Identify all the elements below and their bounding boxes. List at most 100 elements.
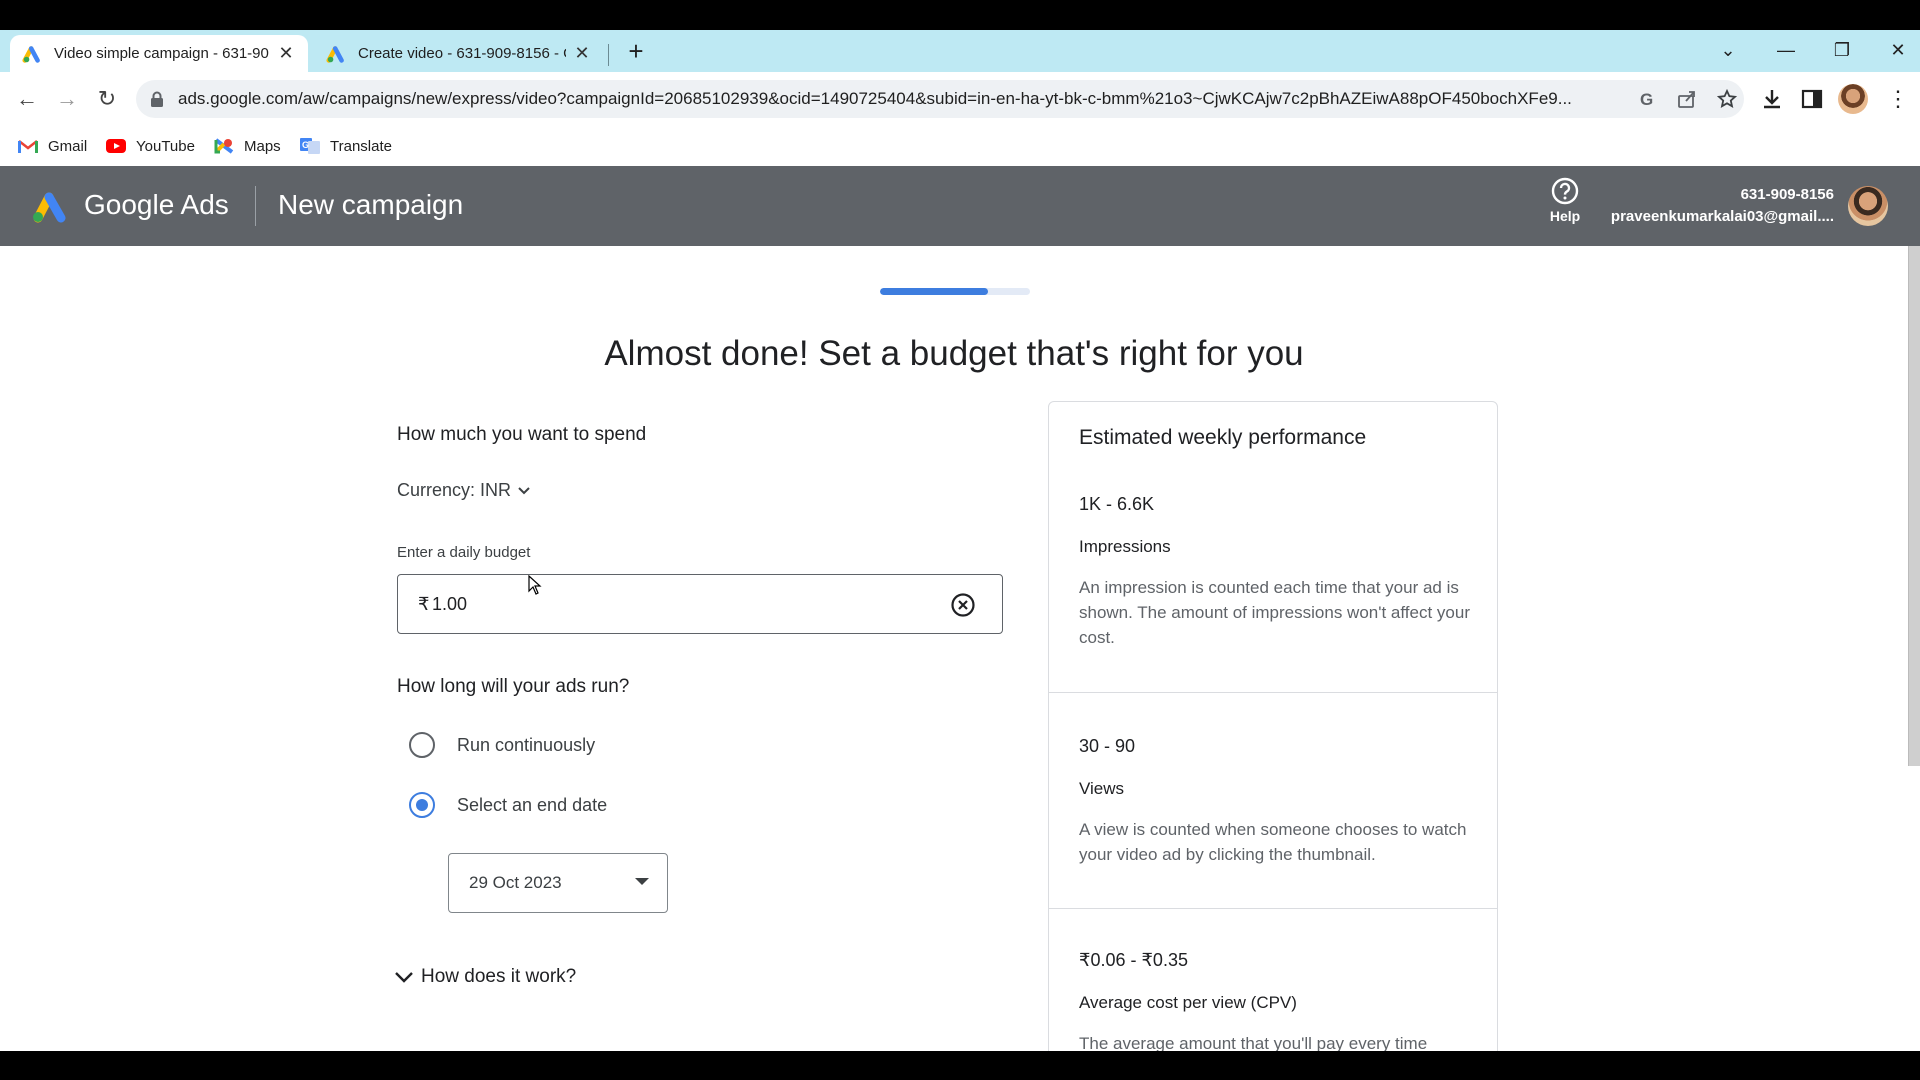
metric-value: 1K - 6.6K bbox=[1079, 494, 1155, 514]
tab-video-campaign[interactable]: Video simple campaign - 631-90 ✕ bbox=[10, 35, 308, 72]
spend-section-title: How much you want to spend bbox=[397, 424, 647, 445]
google-ads-brand: Google Ads bbox=[84, 189, 229, 220]
radio-button-selected[interactable] bbox=[409, 792, 435, 818]
page-scrollbar[interactable] bbox=[1908, 246, 1920, 766]
metric-description: A view is counted when someone chooses t… bbox=[1079, 820, 1467, 864]
bookmark-label: Gmail bbox=[48, 137, 88, 155]
url-text: ads.google.com/aw/campaigns/new/express/… bbox=[178, 89, 1572, 108]
how-does-it-work-label: How does it work? bbox=[421, 966, 577, 987]
end-date-dropdown[interactable]: 29 Oct 2023 bbox=[448, 853, 668, 913]
forward-icon[interactable]: → bbox=[52, 84, 82, 114]
mouse-cursor-icon bbox=[528, 575, 542, 595]
browser-toolbar: ← → ↻ ads.google.com/aw/campaigns/new/ex… bbox=[0, 72, 1920, 126]
currency-dropdown[interactable]: Currency: INR bbox=[397, 480, 531, 501]
youtube-icon bbox=[106, 139, 126, 153]
bookmark-translate[interactable]: G Translate bbox=[300, 134, 392, 158]
clear-input-icon[interactable] bbox=[950, 592, 976, 618]
step-progress-fill bbox=[880, 288, 988, 295]
screen: Video simple campaign - 631-90 ✕ Create … bbox=[0, 0, 1920, 1080]
profile-avatar[interactable] bbox=[1838, 84, 1868, 114]
end-date-value: 29 Oct 2023 bbox=[469, 873, 562, 892]
lock-icon bbox=[151, 91, 163, 107]
help-icon bbox=[1551, 177, 1579, 205]
tab-title: Video simple campaign - 631-90 bbox=[54, 45, 269, 62]
metric-impressions: 1K - 6.6K Impressions An impression is c… bbox=[1079, 494, 1479, 650]
svg-text:G: G bbox=[302, 140, 309, 150]
tab-title: Create video - 631-909-8156 - G bbox=[358, 45, 566, 62]
account-avatar[interactable] bbox=[1848, 186, 1888, 226]
duration-section-title: How long will your ads run? bbox=[397, 676, 630, 697]
help-label: Help bbox=[1549, 208, 1581, 224]
google-ads-logo-icon[interactable] bbox=[30, 188, 70, 224]
bookmark-youtube[interactable]: YouTube bbox=[106, 134, 195, 158]
page-heading: Almost done! Set a budget that's right f… bbox=[604, 334, 1304, 373]
share-icon[interactable] bbox=[1676, 88, 1698, 110]
radio-label: Select an end date bbox=[457, 794, 608, 815]
reload-icon[interactable]: ↻ bbox=[92, 84, 122, 114]
metric-value: ₹0.06 - ₹0.35 bbox=[1079, 950, 1188, 970]
tab-create-video[interactable]: Create video - 631-909-8156 - G ✕ bbox=[314, 35, 604, 72]
header-divider bbox=[255, 186, 256, 226]
menu-kebab-icon[interactable]: ⋮ bbox=[1886, 87, 1910, 111]
close-window-icon[interactable]: ✕ bbox=[1880, 36, 1916, 64]
radio-button[interactable] bbox=[409, 732, 435, 758]
dropdown-caret-icon bbox=[635, 878, 649, 885]
tab-separator bbox=[608, 44, 609, 66]
bookmark-label: YouTube bbox=[136, 137, 195, 155]
google-ads-favicon-icon bbox=[22, 45, 40, 63]
metric-value: 30 - 90 bbox=[1079, 736, 1136, 756]
bookmarks-bar: Gmail YouTube Maps G Translate bbox=[0, 126, 1920, 166]
bookmark-gmail[interactable]: Gmail bbox=[18, 134, 87, 158]
google-lens-icon[interactable]: G bbox=[1636, 88, 1658, 110]
download-icon[interactable] bbox=[1760, 87, 1784, 111]
close-tab-icon[interactable]: ✕ bbox=[572, 43, 592, 64]
radio-select-end-date[interactable]: Select an end date bbox=[409, 792, 607, 818]
gmail-icon bbox=[18, 140, 38, 153]
metric-name: Views bbox=[1079, 779, 1125, 798]
address-bar[interactable]: ads.google.com/aw/campaigns/new/express/… bbox=[136, 80, 1744, 118]
bookmark-label: Translate bbox=[330, 137, 392, 155]
account-email[interactable]: praveenkumarkalai03@gmail.... bbox=[1594, 208, 1834, 225]
bookmark-star-icon[interactable] bbox=[1716, 88, 1738, 110]
new-tab-icon[interactable]: + bbox=[622, 38, 650, 66]
metric-views: 30 - 90 Views A view is counted when som… bbox=[1079, 736, 1479, 867]
restore-icon[interactable]: ❐ bbox=[1824, 36, 1860, 64]
chevron-down-icon bbox=[518, 486, 530, 494]
metric-cpv: ₹0.06 - ₹0.35 Average cost per view (CPV… bbox=[1079, 950, 1479, 1051]
tab-bar: Video simple campaign - 631-90 ✕ Create … bbox=[0, 30, 1920, 72]
radio-run-continuously[interactable]: Run continuously bbox=[409, 732, 595, 758]
step-progress-bar bbox=[880, 288, 1030, 295]
metric-name: Average cost per view (CPV) bbox=[1079, 993, 1297, 1012]
google-ads-favicon-icon bbox=[326, 45, 344, 63]
close-tab-icon[interactable]: ✕ bbox=[276, 43, 296, 64]
radio-label: Run continuously bbox=[457, 734, 596, 755]
maps-icon bbox=[214, 138, 234, 154]
daily-budget-input[interactable] bbox=[432, 585, 932, 623]
daily-budget-field[interactable]: ₹ bbox=[397, 574, 1003, 634]
estimated-performance-card: Estimated weekly performance 1K - 6.6K I… bbox=[1048, 401, 1498, 1051]
account-id[interactable]: 631-909-8156 bbox=[1741, 186, 1834, 203]
metric-name: Impressions bbox=[1079, 537, 1171, 556]
translate-icon: G bbox=[300, 138, 320, 154]
metric-description: The average amount that you'll pay every… bbox=[1079, 1034, 1428, 1051]
tab-search-chevron-icon[interactable]: ⌄ bbox=[1710, 36, 1746, 64]
performance-card-title: Estimated weekly performance bbox=[1079, 426, 1367, 449]
help-button[interactable]: Help bbox=[1540, 176, 1590, 236]
currency-symbol: ₹ bbox=[418, 594, 430, 614]
minimize-icon[interactable]: — bbox=[1768, 36, 1804, 64]
page-title: New campaign bbox=[278, 189, 464, 220]
bookmark-maps[interactable]: Maps bbox=[214, 134, 281, 158]
how-does-it-work-toggle[interactable]: How does it work? bbox=[393, 966, 576, 988]
metric-description: An impression is counted each time that … bbox=[1079, 578, 1470, 647]
card-divider bbox=[1049, 908, 1497, 909]
currency-label: Currency: INR bbox=[397, 480, 512, 500]
chevron-down-icon bbox=[395, 972, 413, 983]
budget-field-label: Enter a daily budget bbox=[397, 544, 531, 561]
card-divider bbox=[1049, 692, 1497, 693]
side-panel-icon[interactable] bbox=[1800, 87, 1824, 111]
bookmark-label: Maps bbox=[244, 137, 281, 155]
back-icon[interactable]: ← bbox=[12, 84, 42, 114]
svg-text:G: G bbox=[1640, 90, 1653, 109]
google-ads-header: Google Ads New campaign Help 631-909-815… bbox=[0, 166, 1920, 246]
main-content: Almost done! Set a budget that's right f… bbox=[0, 246, 1920, 1051]
